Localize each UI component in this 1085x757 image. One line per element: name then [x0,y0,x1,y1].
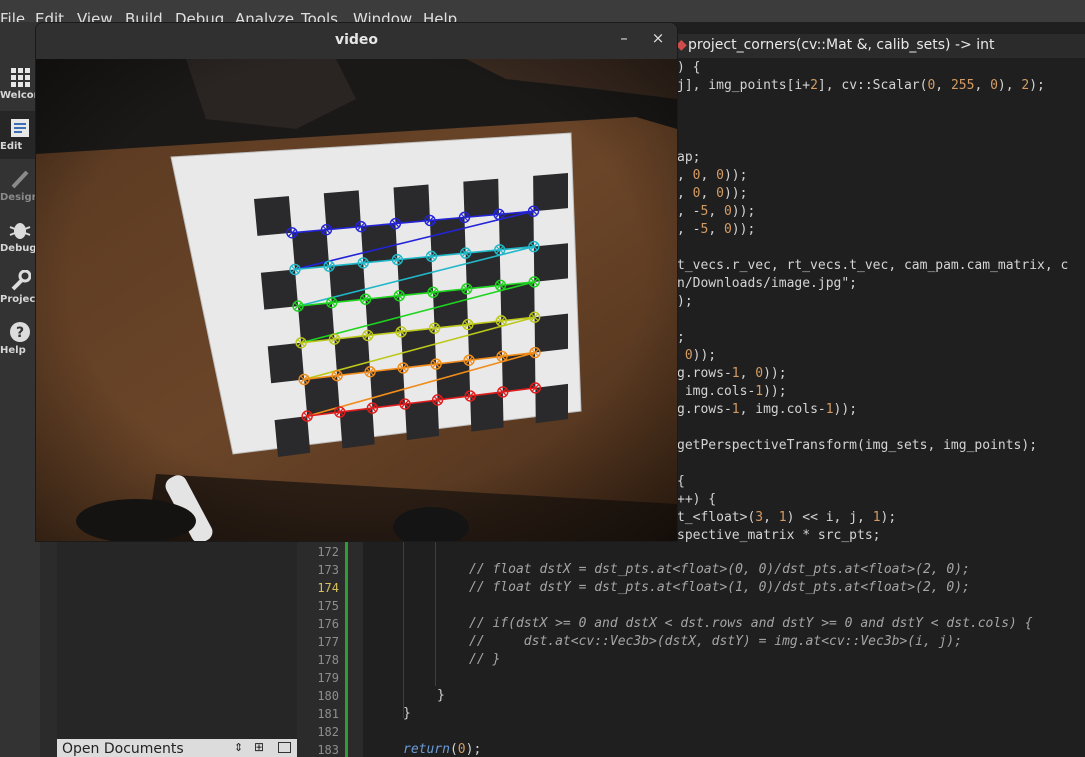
code-line: , -5, 0)); [677,222,756,237]
code-line: spective_matrix * src_pts; [677,528,881,543]
line-number: 172 [317,545,339,559]
code-line: // dst.at<cv::Vec3b>(dstX, dstY) = img.a… [469,634,963,649]
mode-label: Help [0,345,26,356]
code-line: 0)); [684,348,717,363]
mode-design[interactable]: Design [0,162,40,210]
menu-build[interactable]: Build [125,10,163,22]
code-line: g.rows-1, img.cols-1)); [677,402,858,417]
code-line: getPerspectiveTransform(img_sets, img_po… [677,438,1038,453]
calibration-image [36,59,677,541]
video-frame [36,59,677,541]
pencil-icon [9,168,31,190]
code-line: img.cols-1)); [677,384,787,399]
line-number: 176 [317,617,339,631]
open-documents-header[interactable]: Open Documents ⇕ ⊞ [57,739,297,757]
mode-help[interactable]: ? Help [0,315,40,363]
code-line: g.rows-1, 0)); [677,366,787,381]
mode-projects[interactable]: Projects [0,264,46,312]
document-icon [9,117,31,139]
code-line: t_vecs.r_vec, rt_vecs.t_vec, cam_pam.cam… [677,258,1069,273]
menu-help[interactable]: Help [423,10,457,22]
open-documents-label: Open Documents [62,741,184,757]
close-pane-icon[interactable] [278,742,291,753]
line-number: 173 [317,563,339,577]
code-line: } [437,688,445,703]
mode-selector: Welcome Edit Design Debug Projects? Help [0,22,51,757]
video-window-titlebar[interactable]: video – × [36,23,677,59]
code-line: } [403,706,411,721]
video-window-title: video [334,32,379,48]
mode-label: Edit [0,141,23,152]
close-button[interactable]: × [646,29,670,53]
code-line: return(0); [403,742,482,757]
menu-file[interactable]: File [0,10,25,22]
line-number: 180 [317,689,339,703]
code-line: // } [469,652,501,667]
menu-view[interactable]: View [77,10,113,22]
line-number: 175 [317,599,339,613]
line-number: 174 [317,581,339,595]
code-line: , 0, 0)); [677,186,748,201]
code-line: ap; [677,150,701,165]
menu-window[interactable]: Window [353,10,412,22]
mode-edit[interactable]: Edit [0,111,40,159]
line-number: 177 [317,635,339,649]
split-icon[interactable]: ⊞ [254,740,264,754]
line-number: 179 [317,671,339,685]
minimize-button[interactable]: – [612,29,636,53]
video-window[interactable]: video – × [35,22,678,542]
grid-icon [9,66,31,88]
menu-debug[interactable]: Debug [175,10,224,22]
menu-bar: File Edit View Build Debug Analyze Tools Window… [0,0,1085,22]
menu-edit[interactable]: Edit [35,10,64,22]
code-line: j], img_points[i+2], cv::Scalar(0, 255, … [677,78,1045,93]
line-number: 181 [317,707,339,721]
code-line: // if(dstX >= 0 and dstX < dst.rows and … [469,616,1033,631]
bug-icon [9,219,31,241]
mode-welcome[interactable]: Welcome [0,60,51,108]
code-line: ++) { [677,492,717,507]
vignette [36,59,677,541]
code-line: ; [677,330,685,345]
code-line: // float dstY = dst_pts.at<float>(1, 0)/… [469,580,970,595]
menu-tools[interactable]: Tools [301,10,338,22]
code-line: ); [677,294,693,309]
menu-analyze[interactable]: Analyze [235,10,294,22]
help-icon: ? [9,321,31,343]
breadcrumb-function: project_corners(cv::Mat &, calib_sets) -… [688,37,995,53]
wrench-icon [9,269,32,292]
code-line: // float dstX = dst_pts.at<float>(0, 0)/… [469,562,970,577]
dark-object [76,499,196,541]
mode-debug[interactable]: Debug [0,213,40,261]
line-number: 183 [317,743,339,757]
modified-lines-marker [345,540,348,757]
line-number: 178 [317,653,339,667]
breadcrumb[interactable]: ◆ project_corners(cv::Mat &, calib_sets)… [676,34,1085,58]
svg-text:?: ? [16,325,24,341]
code-line: t_<float>(3, 1) << i, j, 1); [677,510,897,525]
code-line: , -5, 0)); [677,204,756,219]
code-line: n/Downloads/image.jpg"; [677,276,858,291]
sort-arrows-icon[interactable]: ⇕ [234,741,243,754]
mode-label: Debug [0,243,37,254]
line-number: 182 [317,725,339,739]
code-line: , 0, 0)); [677,168,748,183]
code-line: { [677,474,685,489]
mode-label: Design [0,192,39,203]
code-line: ) { [677,60,701,75]
